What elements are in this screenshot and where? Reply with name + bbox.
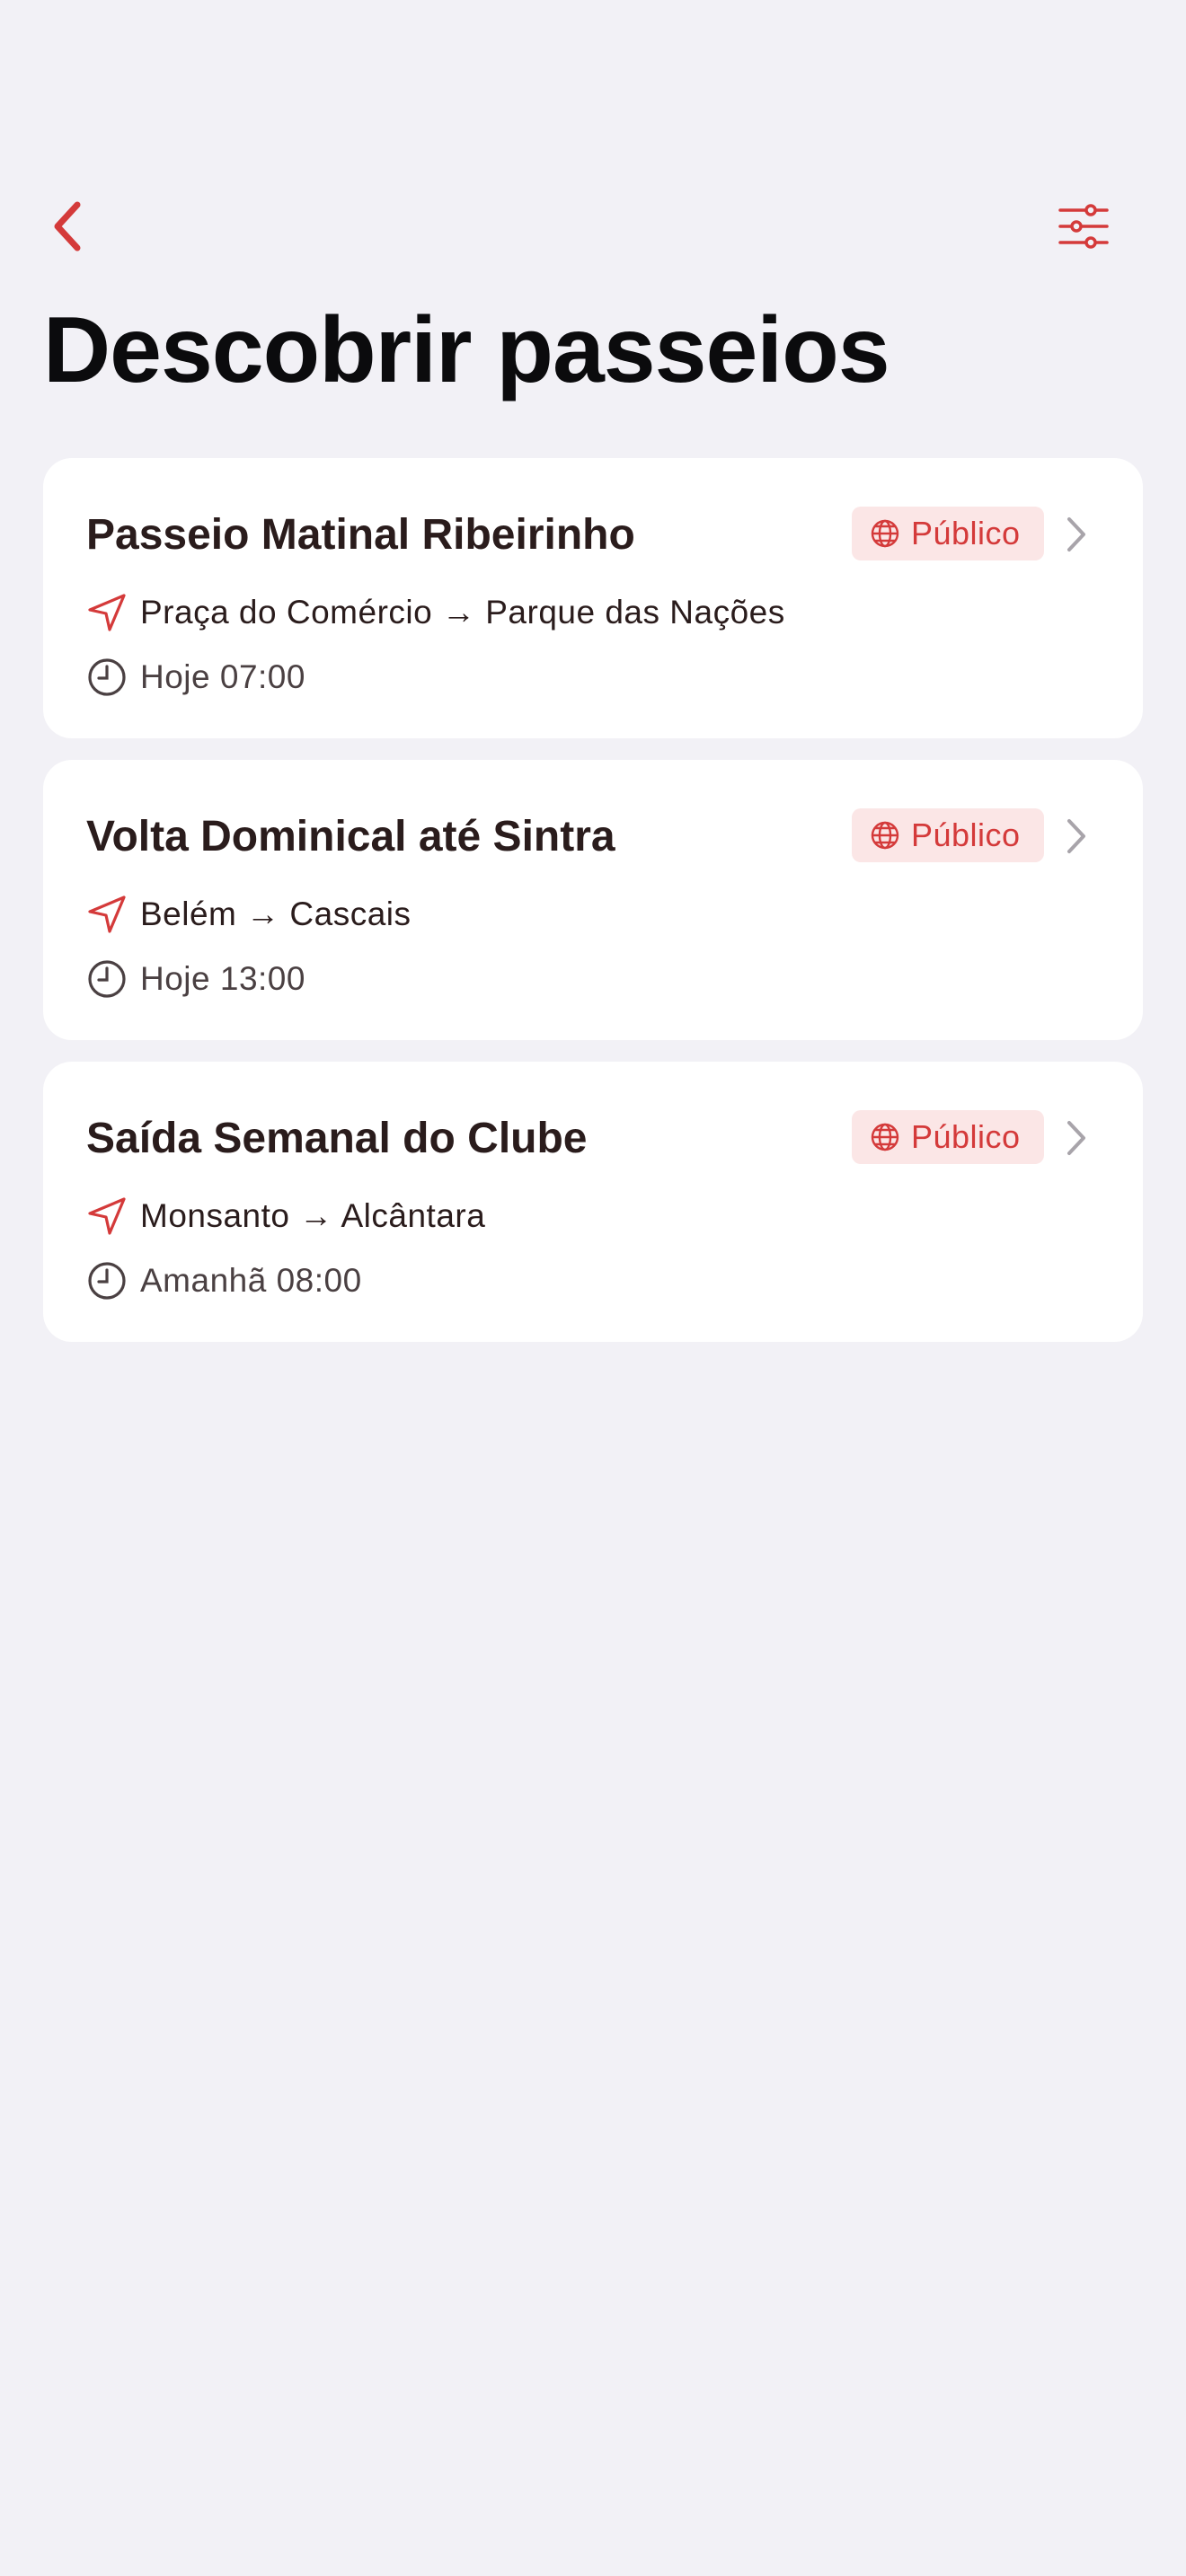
clock-icon bbox=[86, 1260, 128, 1301]
time-text: Amanhã 08:00 bbox=[140, 1262, 362, 1299]
visibility-badge: Público bbox=[852, 808, 1044, 862]
chevron-right-icon bbox=[1060, 1116, 1093, 1160]
route-row: Belém → Cascais bbox=[86, 889, 412, 940]
globe-icon bbox=[870, 518, 900, 549]
location-arrow-icon bbox=[86, 592, 128, 633]
route-text: Monsanto → Alcântara bbox=[140, 1197, 486, 1234]
visibility-badge: Público bbox=[852, 507, 1044, 560]
navigation-bar bbox=[0, 180, 1186, 273]
time-row: Hoje 07:00 bbox=[86, 652, 305, 702]
page-title: Descobrir passeios bbox=[43, 298, 890, 402]
ride-card[interactable]: Passeio Matinal Ribeirinho Público Praça… bbox=[43, 458, 1143, 738]
back-button[interactable] bbox=[22, 180, 115, 273]
time-row: Hoje 13:00 bbox=[86, 954, 305, 1004]
globe-icon bbox=[870, 1122, 900, 1152]
location-arrow-icon bbox=[86, 894, 128, 935]
filter-button[interactable] bbox=[1039, 180, 1128, 273]
sliders-icon bbox=[1058, 204, 1109, 249]
location-arrow-icon bbox=[86, 1195, 128, 1237]
chevron-right-icon bbox=[1060, 814, 1093, 859]
clock-icon bbox=[86, 657, 128, 698]
clock-icon bbox=[86, 958, 128, 1000]
visibility-label: Público bbox=[911, 1118, 1021, 1155]
time-row: Amanhã 08:00 bbox=[86, 1256, 362, 1306]
route-row: Monsanto → Alcântara bbox=[86, 1191, 485, 1241]
time-text: Hoje 07:00 bbox=[140, 658, 305, 695]
visibility-label: Público bbox=[911, 816, 1021, 853]
ride-title: Volta Dominical até Sintra bbox=[86, 813, 615, 860]
visibility-label: Público bbox=[911, 515, 1021, 551]
route-row: Praça do Comércio → Parque das Nações bbox=[86, 587, 785, 638]
chevron-left-icon bbox=[54, 201, 81, 251]
route-text: Praça do Comércio → Parque das Nações bbox=[140, 594, 785, 631]
globe-icon bbox=[870, 820, 900, 851]
ride-card[interactable]: Volta Dominical até Sintra Público Belém… bbox=[43, 760, 1143, 1040]
time-text: Hoje 13:00 bbox=[140, 960, 305, 997]
ride-title: Passeio Matinal Ribeirinho bbox=[86, 511, 635, 559]
ride-card[interactable]: Saída Semanal do Clube Público Monsanto … bbox=[43, 1062, 1143, 1342]
discover-rides-screen: Descobrir passeios Passeio Matinal Ribei… bbox=[0, 0, 1186, 2576]
chevron-right-icon bbox=[1060, 512, 1093, 557]
route-text: Belém → Cascais bbox=[140, 895, 412, 932]
ride-list: Passeio Matinal Ribeirinho Público Praça… bbox=[43, 458, 1143, 1363]
ride-title: Saída Semanal do Clube bbox=[86, 1115, 588, 1162]
visibility-badge: Público bbox=[852, 1110, 1044, 1164]
